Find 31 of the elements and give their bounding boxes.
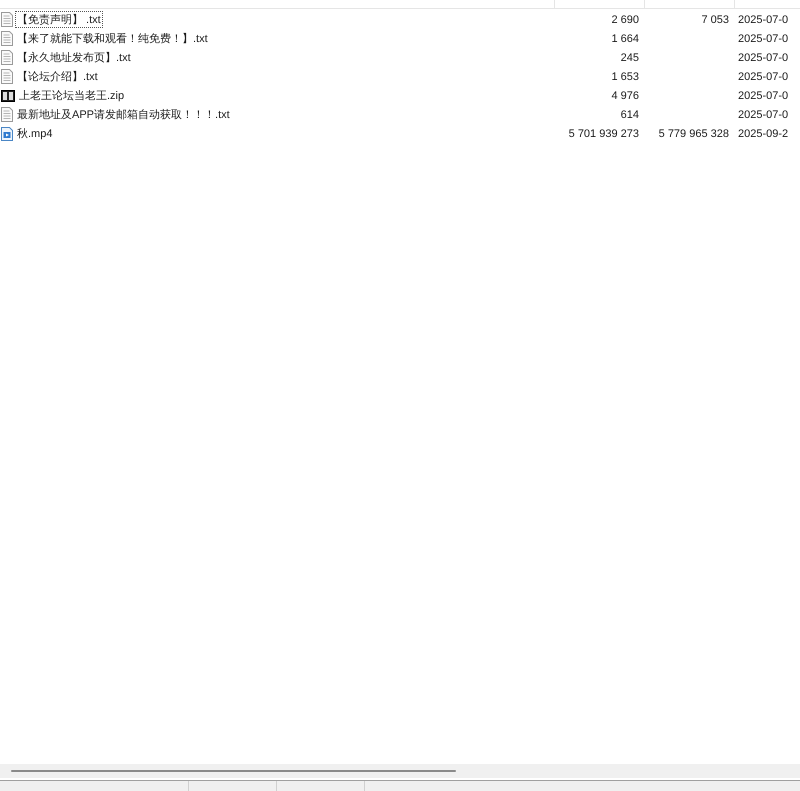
- file-name[interactable]: 【永久地址发布页】.txt: [15, 49, 133, 66]
- file-name[interactable]: 上老王论坛当老王.zip: [17, 87, 126, 104]
- modified-date: 2025-07-0: [737, 52, 790, 64]
- modified-date: 2025-07-0: [737, 32, 790, 44]
- file-size: 245: [620, 52, 640, 64]
- document-icon: [1, 12, 13, 27]
- archive-icon: [1, 90, 15, 102]
- file-name[interactable]: 最新地址及APP请发邮箱自动获取！！！.txt: [15, 106, 232, 123]
- file-name[interactable]: 秋.mp4: [15, 125, 54, 142]
- modified-date: 2025-09-2: [737, 128, 790, 140]
- document-icon: [1, 69, 13, 84]
- file-name[interactable]: 【论坛介绍】.txt: [15, 68, 100, 85]
- packed-size: 7 053: [701, 14, 730, 26]
- horizontal-scrollbar[interactable]: [0, 764, 800, 778]
- modified-date: 2025-07-0: [737, 70, 790, 82]
- file-size: 614: [620, 108, 640, 120]
- file-name[interactable]: 【来了就能下载和观看！纯免费！】.txt: [15, 30, 210, 47]
- file-size: 2 690: [611, 14, 640, 26]
- modified-date: 2025-07-0: [737, 14, 790, 26]
- packed-size: 5 779 965 328: [658, 128, 730, 140]
- document-icon: [1, 50, 13, 65]
- file-size: 5 701 939 273: [568, 128, 640, 140]
- file-size: 1 653: [611, 70, 640, 82]
- file-name[interactable]: 【免责声明】 .txt: [15, 11, 103, 28]
- document-icon: [1, 107, 13, 122]
- document-icon: [1, 31, 13, 46]
- video-file-icon: [1, 126, 13, 140]
- file-size: 1 664: [611, 32, 640, 44]
- modified-date: 2025-07-0: [737, 108, 790, 120]
- modified-date: 2025-07-0: [737, 90, 790, 102]
- file-size: 4 976: [611, 90, 640, 102]
